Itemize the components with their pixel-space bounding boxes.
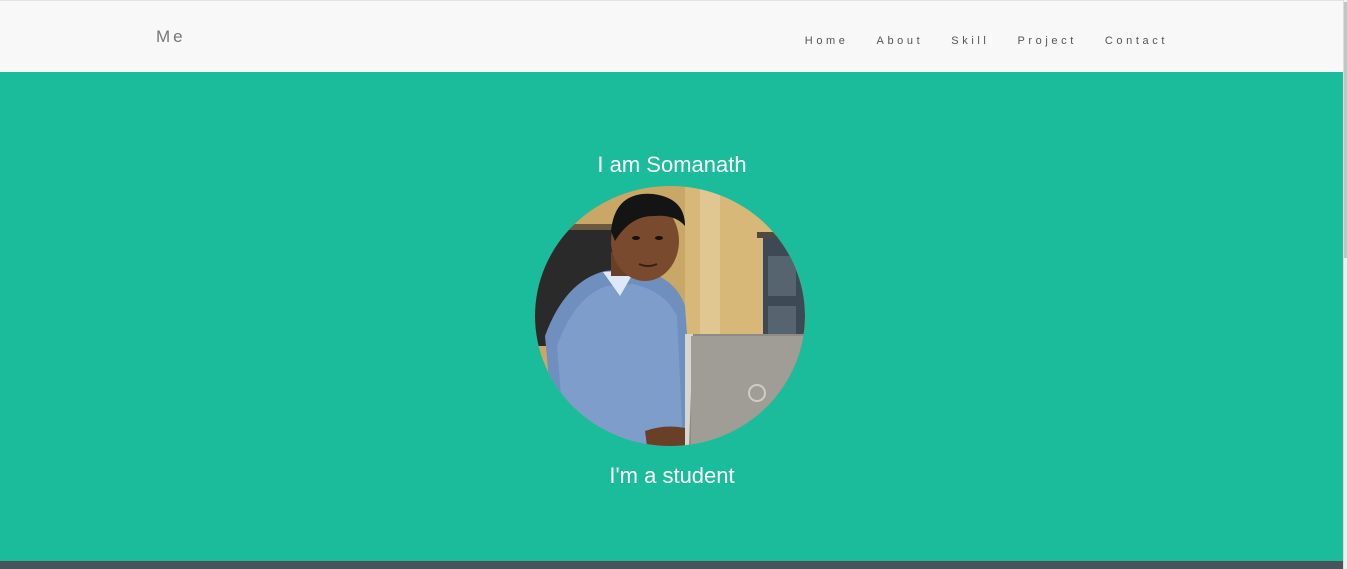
hero-section: I am Somanath I'm a student — [0, 72, 1344, 561]
brand-link[interactable]: Me — [156, 27, 186, 47]
nav-menu: Home About Skill Project Contact — [777, 31, 1168, 49]
nav-link-project[interactable]: Project — [1017, 35, 1076, 47]
nav-item-contact: Contact — [1105, 31, 1168, 49]
nav-link-about[interactable]: About — [877, 35, 924, 47]
profile-photo — [535, 186, 805, 446]
page-scrollbar[interactable] — [1343, 0, 1347, 569]
hero-title: I am Somanath — [597, 152, 747, 177]
nav-link-contact[interactable]: Contact — [1105, 35, 1168, 47]
page: Me Home About Skill Project Contact I am… — [0, 0, 1347, 569]
profile-photo-illustration — [535, 186, 805, 446]
nav-item-project: Project — [1017, 31, 1076, 49]
footer-strip — [0, 561, 1344, 569]
hero-subtitle: I'm a student — [609, 463, 735, 488]
nav-item-home: Home — [805, 31, 849, 49]
nav-item-skill: Skill — [951, 31, 989, 49]
nav-item-about: About — [877, 31, 924, 49]
nav-link-home[interactable]: Home — [805, 35, 849, 47]
nav-link-skill[interactable]: Skill — [951, 35, 989, 47]
navbar: Me Home About Skill Project Contact — [0, 0, 1344, 72]
